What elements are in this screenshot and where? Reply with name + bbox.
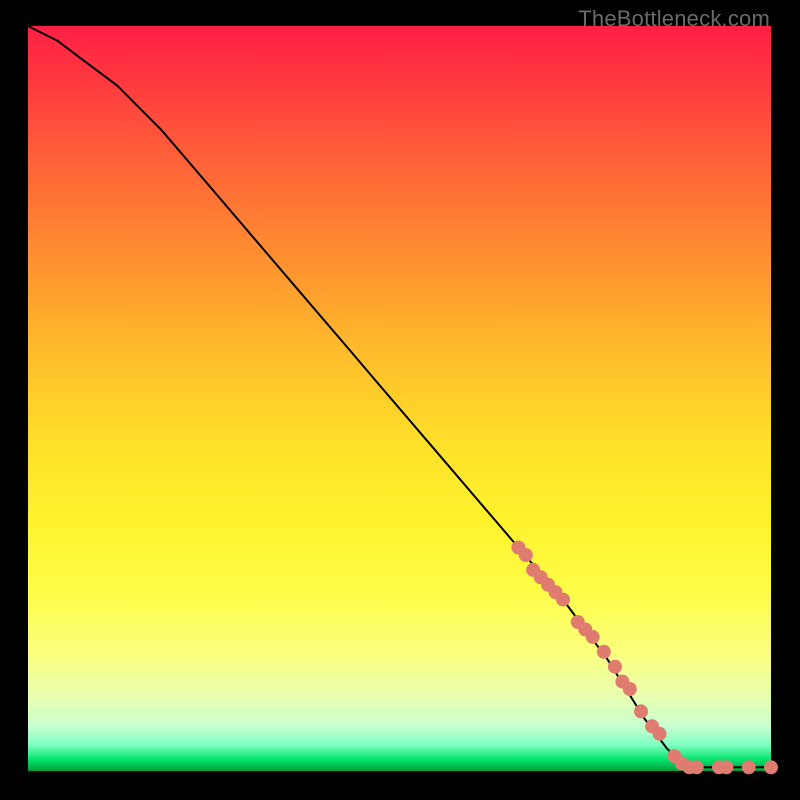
data-point [623,682,637,696]
data-point [742,760,756,774]
data-point [653,727,667,741]
data-point [764,760,778,774]
chart-area [28,26,771,771]
data-point [634,704,648,718]
data-point [519,548,533,562]
marker-group [511,541,778,775]
data-point [608,660,622,674]
data-point [719,760,733,774]
performance-curve [28,26,771,767]
data-point [556,593,570,607]
data-point [690,760,704,774]
chart-svg [28,26,771,771]
data-point [586,630,600,644]
data-point [597,645,611,659]
watermark-text: TheBottleneck.com [578,6,770,32]
